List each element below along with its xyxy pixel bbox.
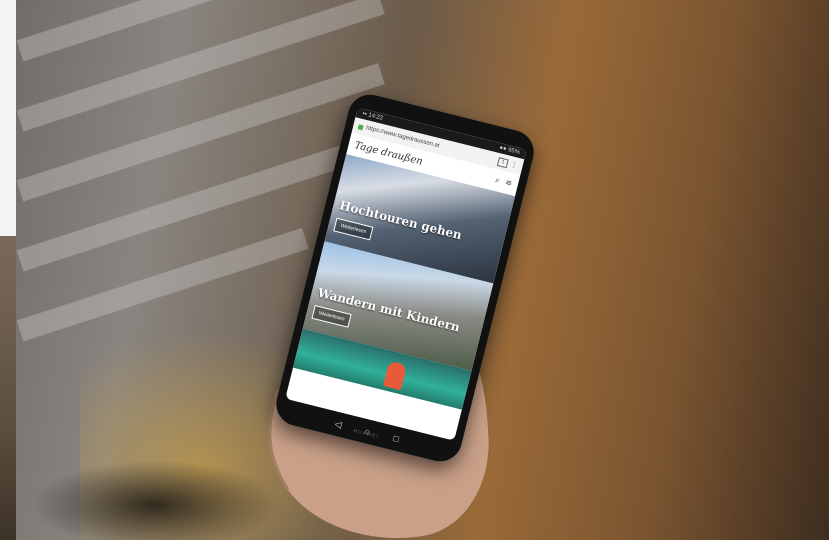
menu-dots-icon[interactable]: ⋮ [510,160,519,169]
left-photo-edge [0,236,16,540]
blind-slat [16,63,385,202]
search-icon[interactable]: ⌕ [494,175,501,186]
lock-icon [357,123,364,130]
read-more-button[interactable]: Weiterlesen [311,304,352,328]
tab-count-icon[interactable]: 1 [496,156,509,168]
person-image [383,360,407,391]
photo-scene: ▪▪ 14:22 ●● 95% https://www.tagedraussen… [0,0,829,540]
dark-object [30,460,280,540]
blind-slat [16,0,385,132]
read-more-button[interactable]: Weiterlesen [333,217,374,241]
hamburger-menu-icon[interactable]: ≡ [504,178,513,189]
